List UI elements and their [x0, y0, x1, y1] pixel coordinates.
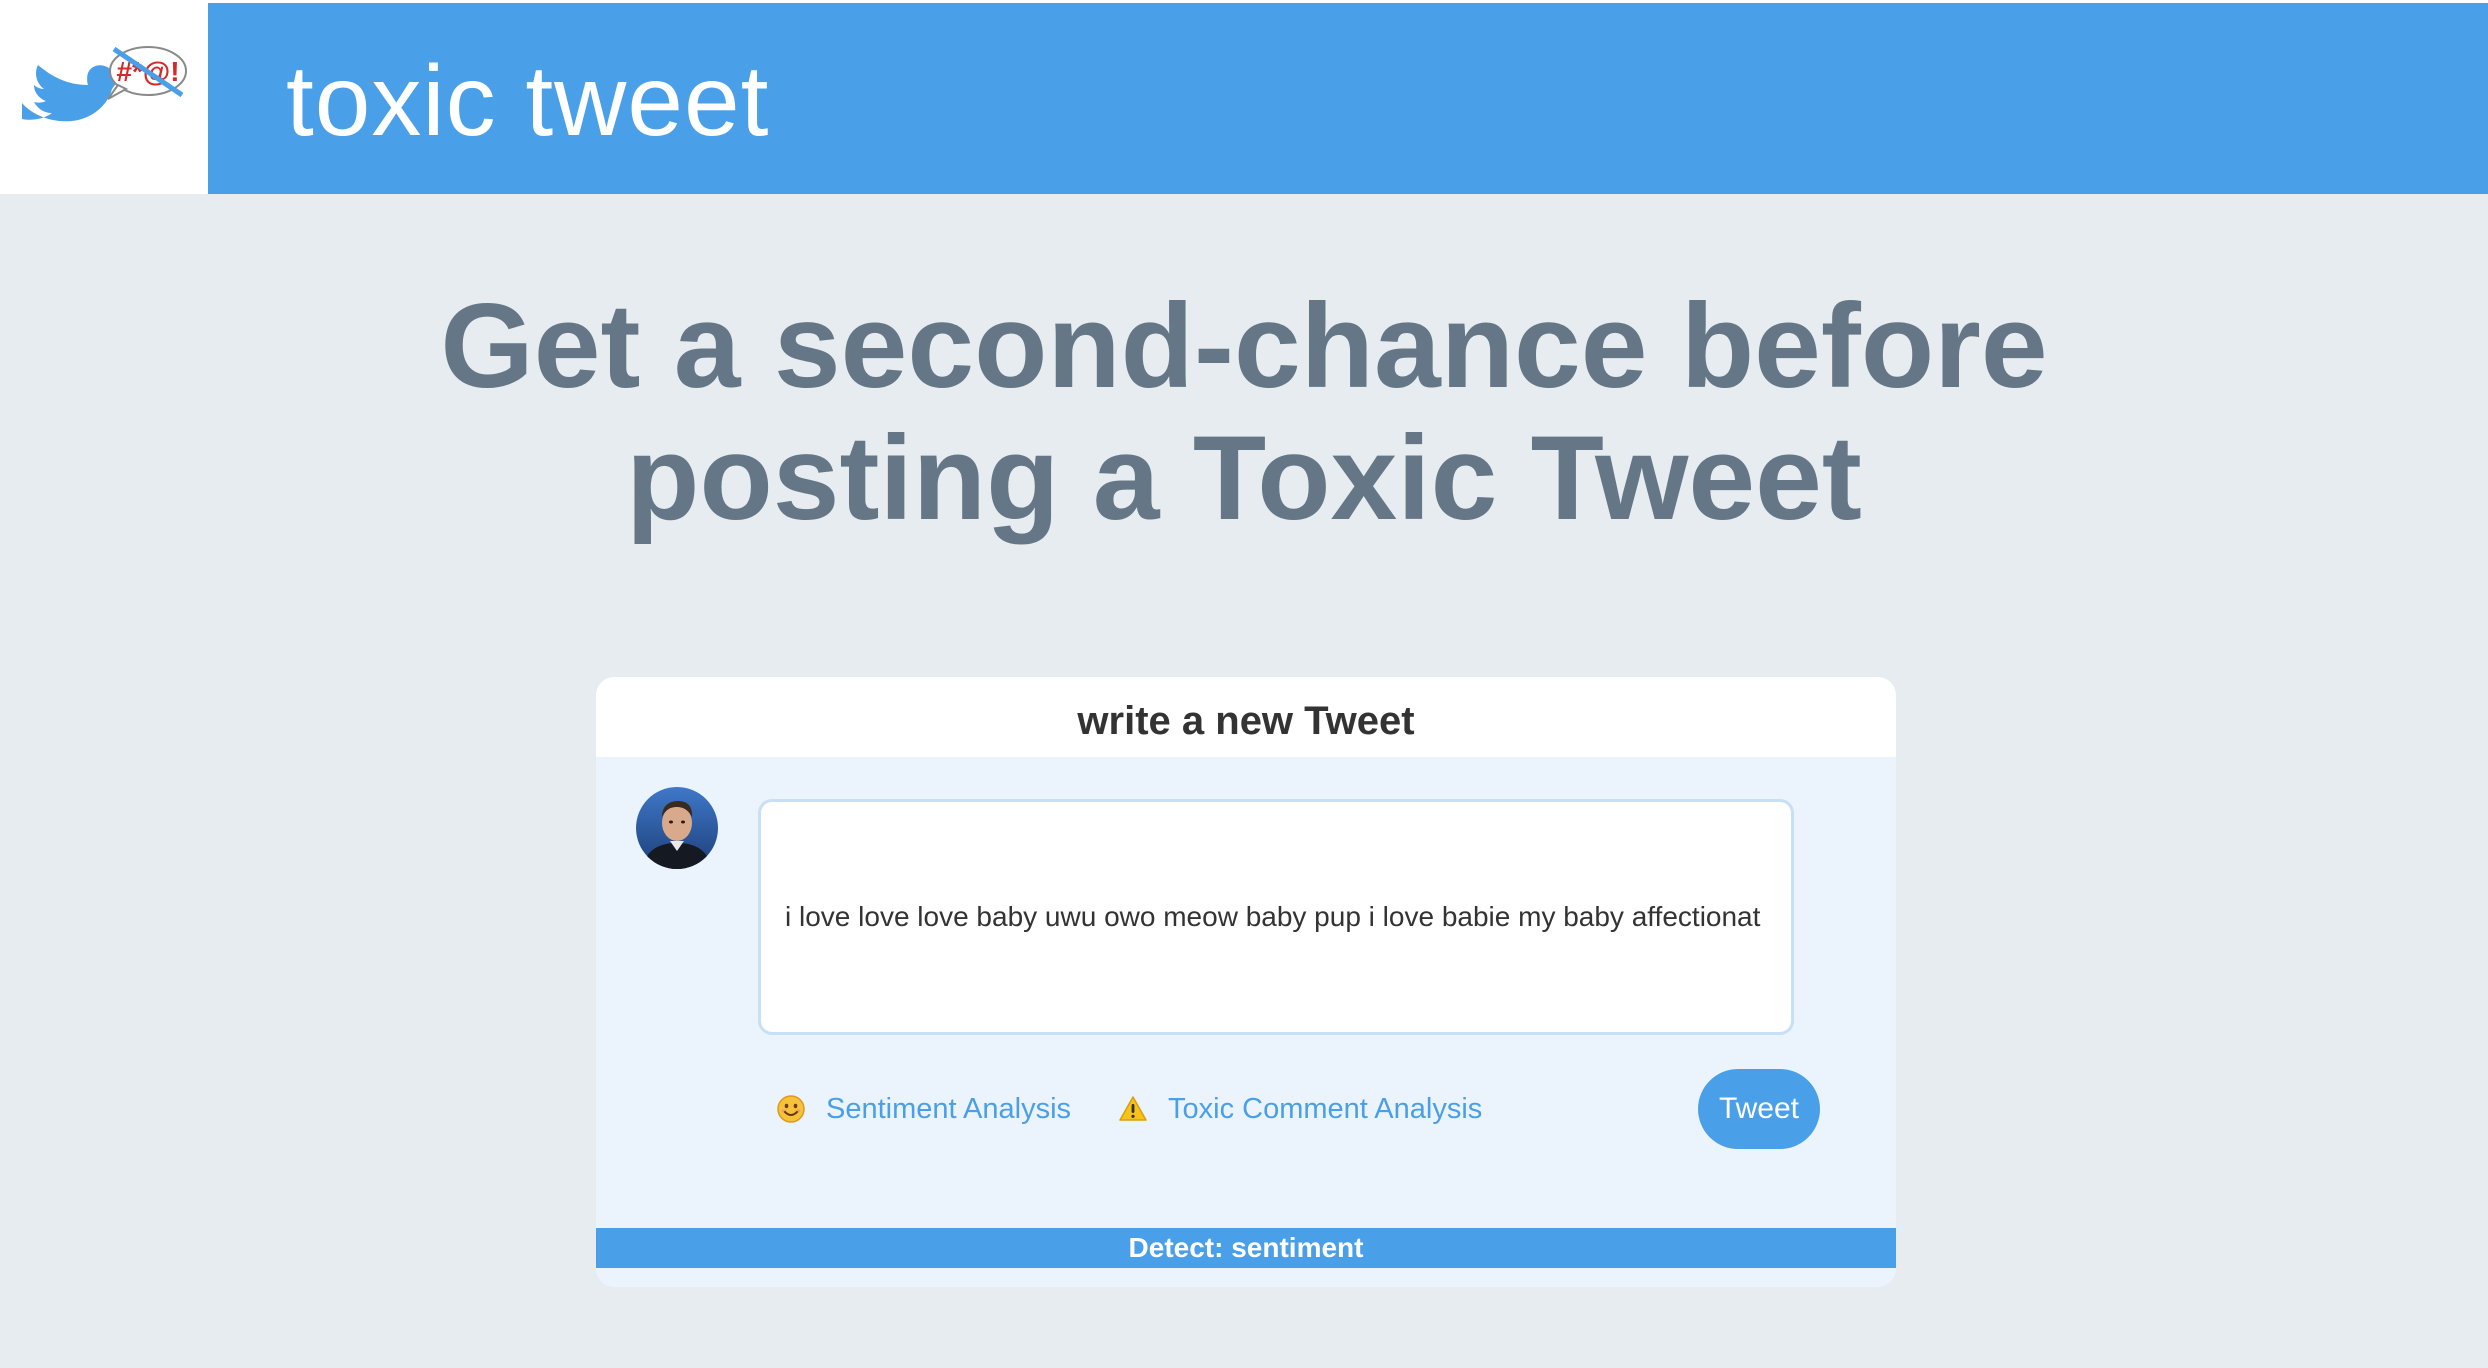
logo[interactable]: #*@!	[0, 3, 208, 194]
sentiment-analysis-label: Sentiment Analysis	[826, 1092, 1072, 1125]
composer-title: write a new Tweet	[1077, 699, 1415, 743]
app-header: #*@! toxic tweet	[0, 0, 2488, 194]
toxic-comment-analysis-label: Toxic Comment Analysis	[1168, 1092, 1483, 1125]
warning-icon	[1119, 1096, 1147, 1121]
tweet-input[interactable]	[758, 799, 1794, 1035]
composer-header: write a new Tweet	[596, 677, 1896, 757]
headline-line-2: posting a Toxic Tweet	[626, 411, 1862, 545]
user-avatar[interactable]	[636, 787, 718, 869]
headline-line-1: Get a second-chance before	[440, 279, 2048, 413]
avatar-portrait-icon	[636, 787, 718, 869]
tweet-button[interactable]: Tweet	[1698, 1069, 1820, 1149]
smile-emoji-icon	[777, 1095, 805, 1123]
sentiment-analysis-option[interactable]: Sentiment Analysis	[776, 1089, 1071, 1129]
page-headline: Get a second-chance before posting a Tox…	[244, 280, 2244, 544]
toxic-comment-analysis-option[interactable]: Toxic Comment Analysis	[1118, 1089, 1482, 1129]
censored-bird-logo-icon: #*@!	[22, 46, 187, 122]
tweet-composer-card: write a new Tweet i love love love baby …	[596, 677, 1896, 1287]
detect-status-bar: Detect: sentiment	[596, 1228, 1896, 1268]
app-title: toxic tweet	[286, 45, 770, 157]
